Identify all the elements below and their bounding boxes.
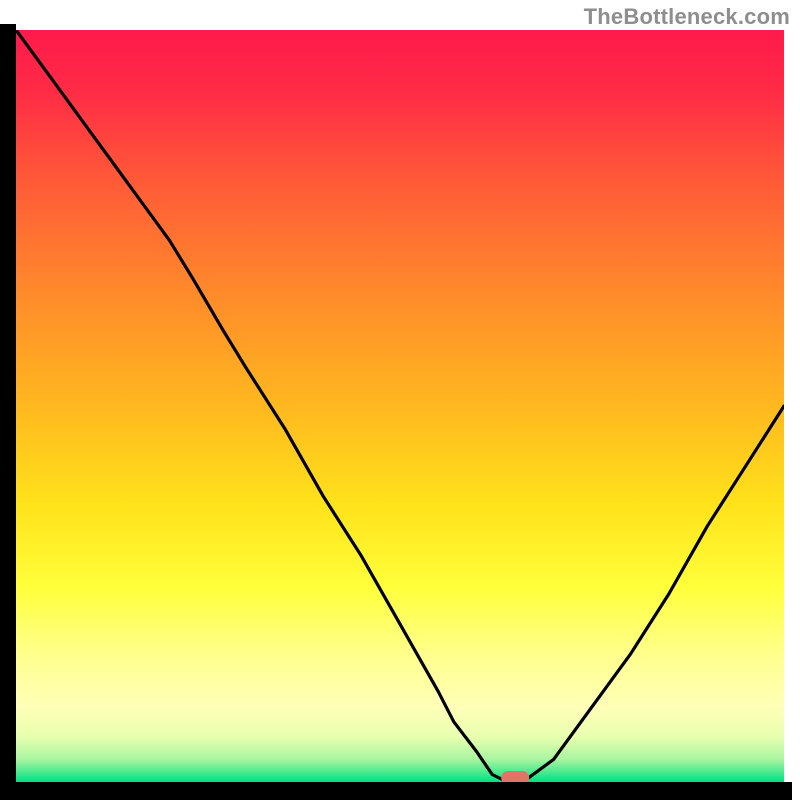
attribution-label: TheBottleneck.com [584, 4, 790, 30]
chart-background [16, 30, 784, 782]
chart-svg [0, 0, 800, 800]
bottleneck-chart: TheBottleneck.com [0, 0, 800, 800]
x-axis [8, 782, 792, 800]
y-axis [0, 24, 16, 800]
